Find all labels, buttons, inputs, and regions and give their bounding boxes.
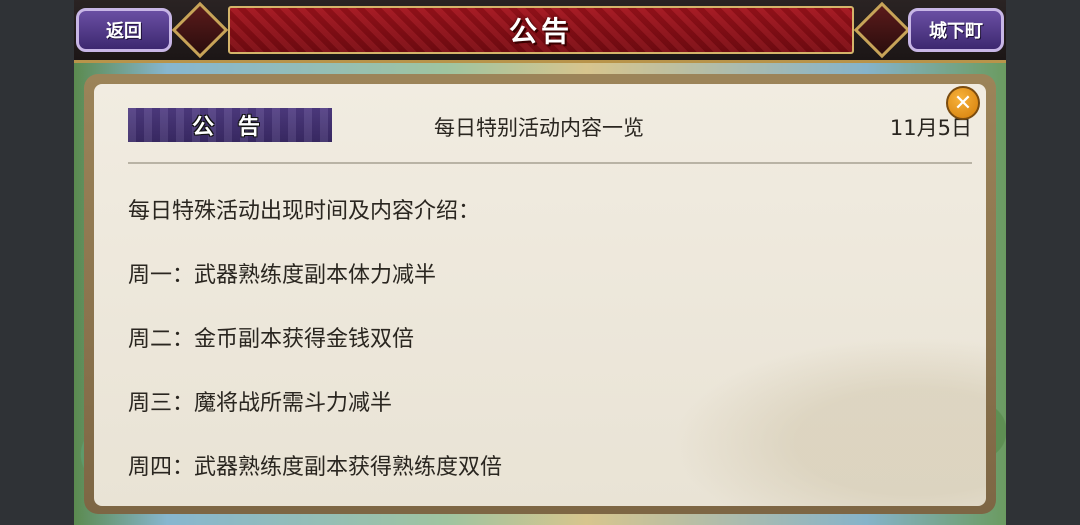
close-icon: ✕	[953, 90, 973, 116]
notice-headline: 每日特别活动内容一览	[434, 116, 644, 140]
notice-line: 周四：武器熟练度副本获得熟练度双倍	[128, 455, 503, 480]
notice-line: 周三：魔将战所需斗力减半	[128, 391, 393, 416]
notice-line: 周二：金币副本获得金钱双倍	[128, 327, 415, 352]
notice-line: 周一：武器熟练度副本体力减半	[128, 263, 437, 288]
town-button[interactable]: 城下町	[908, 8, 1004, 52]
divider	[128, 162, 972, 164]
notice-paper: 公 告 每日特别活动内容一览 11月5日 每日特殊活动出现时间及内容介绍： 周一…	[94, 84, 986, 506]
notice-body: 每日特殊活动出现时间及内容介绍： 周一：武器熟练度副本体力减半 周二：金币副本获…	[128, 196, 966, 506]
notice-tag-label: 公 告	[192, 115, 268, 140]
left-frame	[0, 0, 74, 525]
notice-line: 每日特殊活动出现时间及内容介绍：	[128, 199, 481, 224]
back-button[interactable]: 返回	[76, 8, 172, 52]
close-button[interactable]: ✕	[946, 86, 980, 120]
title-banner: 公告	[228, 6, 854, 54]
notice-tag: 公 告	[128, 108, 332, 142]
notice-panel: 公 告 每日特别活动内容一览 11月5日 每日特殊活动出现时间及内容介绍： 周一…	[84, 74, 996, 514]
page-title: 公告	[508, 15, 573, 48]
right-frame	[1006, 0, 1080, 525]
